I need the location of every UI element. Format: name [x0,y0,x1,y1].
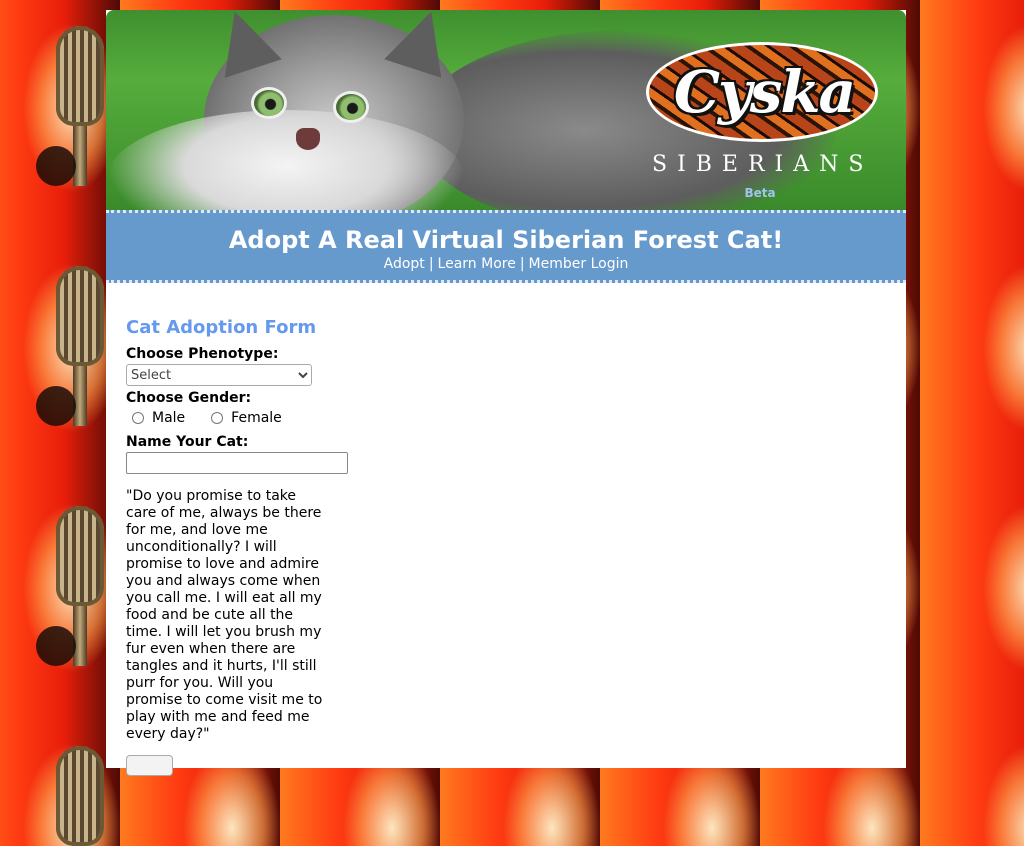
cat-nose [296,128,320,150]
nav-link-member-login[interactable]: Member Login [529,256,629,272]
cat-name-input[interactable] [126,452,348,474]
header-banner: Cyska SIBERIANS Beta [106,10,906,210]
gender-label: Choose Gender: [126,390,252,406]
promise-text: "Do you promise to take care of me, alwa… [126,488,323,742]
phenotype-select[interactable]: Select [126,364,312,386]
microphone-decoration [56,746,104,846]
microphone-decoration [36,266,104,426]
phenotype-label: Choose Phenotype: [126,346,279,362]
title-bar: Adopt A Real Virtual Siberian Forest Cat… [106,210,906,283]
nav-separator: | [519,256,525,272]
main-nav: Adopt | Learn More | Member Login [106,256,906,272]
cat-eye-right [336,94,366,120]
logo: Cyska [673,58,856,126]
gender-radio-group: Male Female [132,410,366,426]
cat-name-label: Name Your Cat: [126,434,249,450]
nav-separator: | [428,256,434,272]
gender-option-female-label: Female [231,410,282,426]
submit-button[interactable] [126,755,173,776]
microphone-decoration [36,506,104,666]
adoption-form: Cat Adoption Form Choose Phenotype: Sele… [126,310,366,776]
beta-badge: Beta [744,186,776,200]
nav-link-adopt[interactable]: Adopt [384,256,425,272]
microphone-decoration [36,26,104,186]
cat-eye-left [254,90,284,116]
form-title: Cat Adoption Form [126,317,317,338]
page-title: Adopt A Real Virtual Siberian Forest Cat… [228,226,784,254]
logo-subtitle: SIBERIANS [652,152,874,177]
gender-radio-male[interactable] [132,412,144,424]
gender-radio-female[interactable] [211,412,224,424]
nav-link-learn-more[interactable]: Learn More [438,256,516,272]
gender-option-male-label: Male [152,410,186,426]
page-container: Cyska SIBERIANS Beta Adopt A Real Virtua… [106,10,906,776]
